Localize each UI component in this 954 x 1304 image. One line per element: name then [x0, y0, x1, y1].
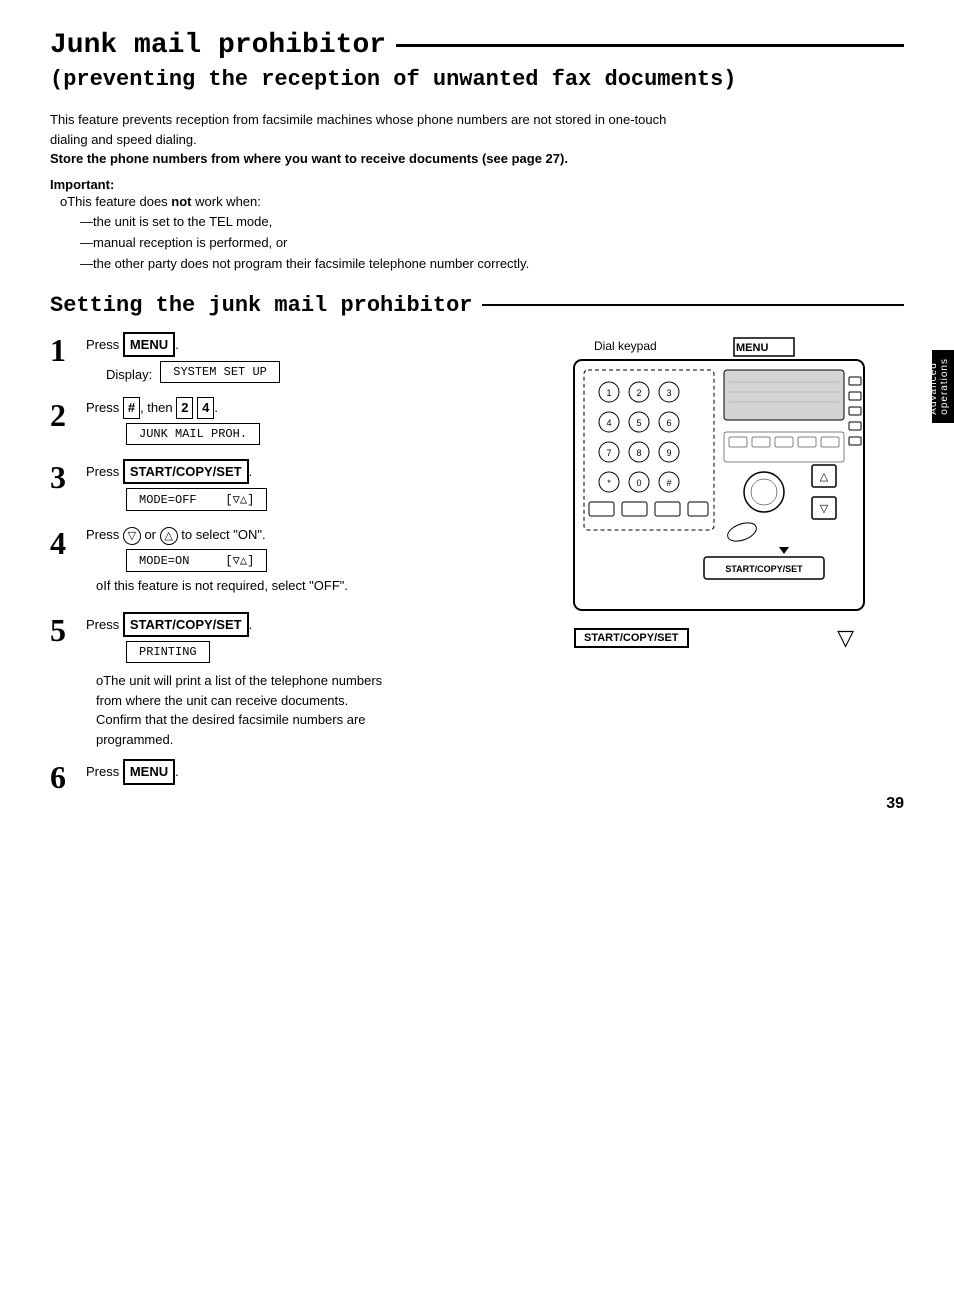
svg-text:7: 7 [606, 448, 611, 458]
intro-bold: Store the phone numbers from where you w… [50, 151, 568, 166]
key-4: 4 [197, 397, 214, 419]
svg-text:0: 0 [636, 478, 641, 488]
svg-text:8: 8 [636, 448, 641, 458]
section-heading-line [482, 304, 904, 306]
step-1-display: SYSTEM SET UP [160, 361, 280, 383]
menu-label: MENU [736, 342, 768, 354]
up-arrow-key: △ [160, 527, 178, 545]
step-3-display: MODE=OFF [▽△] [126, 488, 267, 511]
step-5-row: 5 Press START/COPY/SET. PRINTING oThe un… [50, 612, 544, 750]
step-1-instruction: Press MENU. [86, 332, 544, 358]
side-tab: Advancedoperations [932, 350, 954, 423]
important-note: oThis feature does not work when: [60, 194, 261, 209]
svg-text:*: * [607, 478, 611, 488]
side-tab-text: Advancedoperations [928, 358, 950, 415]
page-title-sub: (preventing the reception of unwanted fa… [50, 67, 904, 92]
svg-text:6: 6 [666, 418, 671, 428]
svg-text:9: 9 [666, 448, 671, 458]
step-2-instruction: Press #, then 2 4. [86, 397, 544, 419]
step-4-row: 4 Press ▽ or △ to select "ON". MODE=ON [… [50, 525, 544, 602]
step-5-instruction: Press START/COPY/SET. [86, 612, 544, 638]
step-6-row: 6 Press MENU. [50, 759, 544, 793]
menu-key-1: MENU [123, 332, 175, 358]
start-copy-set-key-3: START/COPY/SET [123, 459, 249, 485]
svg-text:1: 1 [606, 388, 611, 398]
step-1-content: Press MENU. Display: SYSTEM SET UP [86, 332, 544, 388]
step-4-note: oIf this feature is not required, select… [96, 576, 544, 596]
start-copy-set-label: START/COPY/SET [574, 628, 689, 648]
important-body: oThis feature does not work when: —the u… [50, 192, 904, 275]
step-5-number: 5 [50, 612, 86, 646]
section-heading: Setting the junk mail prohibitor [50, 293, 904, 318]
diagram-column: Dial keypad MENU 1 2 3 4 5 [564, 332, 904, 804]
important-label: Important: [50, 177, 904, 192]
step-3-number: 3 [50, 459, 86, 493]
step-4-display: MODE=ON [▽△] [126, 549, 267, 572]
step-6-instruction: Press MENU. [86, 759, 544, 785]
step-5-content: Press START/COPY/SET. PRINTING oThe unit… [86, 612, 544, 750]
svg-text:#: # [666, 478, 671, 488]
page-number: 39 [886, 795, 904, 813]
important-section: Important: oThis feature does not work w… [50, 177, 904, 275]
title-line-decoration [396, 44, 904, 47]
down-arrow-symbol: ▽ [837, 625, 854, 651]
step-5-display: PRINTING [126, 641, 210, 663]
step-6-content: Press MENU. [86, 759, 544, 789]
svg-text:3: 3 [666, 388, 671, 398]
step-2-number: 2 [50, 397, 86, 431]
dash-item-3: —the other party does not program their … [60, 256, 529, 271]
svg-text:△: △ [820, 471, 829, 483]
title-main-text: Junk mail prohibitor [50, 30, 386, 61]
step-4-number: 4 [50, 525, 86, 559]
step-3-content: Press START/COPY/SET. MODE=OFF [▽△] [86, 459, 544, 516]
key-2: 2 [176, 397, 193, 419]
section-heading-text: Setting the junk mail prohibitor [50, 293, 472, 318]
step-2-display: JUNK MAIL PROH. [126, 423, 260, 445]
page-title-main: Junk mail prohibitor [50, 30, 904, 61]
step-5-note: oThe unit will print a list of the telep… [96, 671, 544, 749]
svg-text:2: 2 [636, 388, 641, 398]
dial-keypad-label: Dial keypad [594, 339, 657, 353]
step-3-instruction: Press START/COPY/SET. [86, 459, 544, 485]
step-1-number: 1 [50, 332, 86, 366]
start-copy-set-key-5: START/COPY/SET [123, 612, 249, 638]
svg-text:START/COPY/SET: START/COPY/SET [725, 564, 803, 574]
intro-line1: This feature prevents reception from fac… [50, 112, 666, 127]
title-sub-text: (preventing the reception of unwanted fa… [50, 67, 737, 92]
step-4-content: Press ▽ or △ to select "ON". MODE=ON [▽△… [86, 525, 544, 602]
step-1-display-label: Display: [106, 367, 152, 382]
step-3-row: 3 Press START/COPY/SET. MODE=OFF [▽△] [50, 459, 544, 516]
steps-diagram-container: 1 Press MENU. Display: SYSTEM SET UP 2 P [50, 332, 904, 804]
steps-column: 1 Press MENU. Display: SYSTEM SET UP 2 P [50, 332, 544, 804]
device-diagram: Dial keypad MENU 1 2 3 4 5 [564, 332, 884, 652]
dash-item-1: —the unit is set to the TEL mode, [60, 214, 272, 229]
step-4-instruction: Press ▽ or △ to select "ON". [86, 525, 544, 545]
down-arrow-key: ▽ [123, 527, 141, 545]
step-1-row: 1 Press MENU. Display: SYSTEM SET UP [50, 332, 544, 388]
step-6-number: 6 [50, 759, 86, 793]
step-2-content: Press #, then 2 4. JUNK MAIL PROH. [86, 397, 544, 449]
step-2-row: 2 Press #, then 2 4. JUNK MAIL PROH. [50, 397, 544, 449]
menu-key-6: MENU [123, 759, 175, 785]
dash-item-2: —manual reception is performed, or [60, 235, 287, 250]
hash-key: # [123, 397, 140, 419]
svg-text:4: 4 [606, 418, 611, 428]
svg-text:▽: ▽ [820, 503, 829, 515]
intro-paragraph: This feature prevents reception from fac… [50, 110, 904, 169]
intro-line2: dialing and speed dialing. [50, 132, 197, 147]
svg-text:5: 5 [636, 418, 641, 428]
